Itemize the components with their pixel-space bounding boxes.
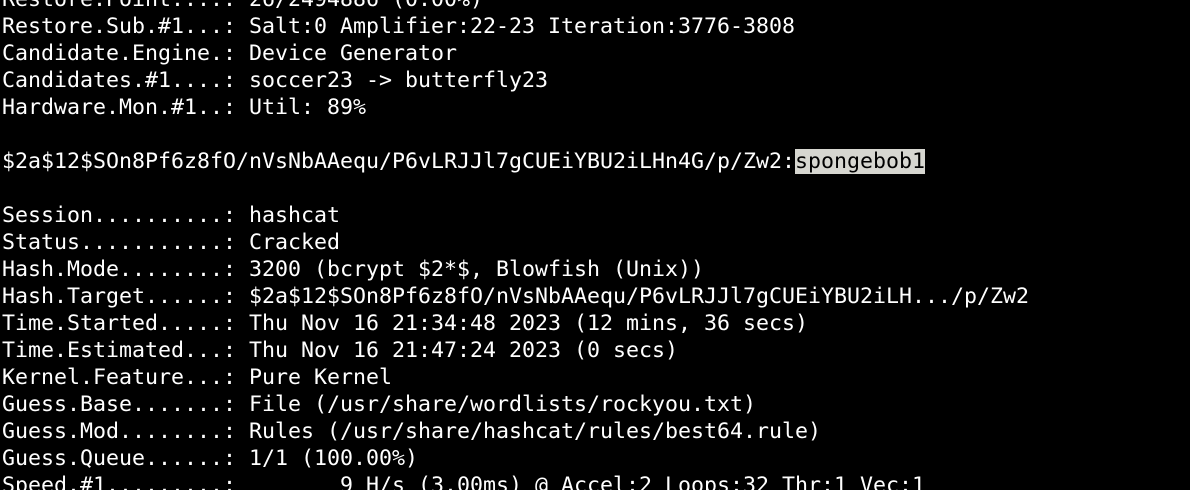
terminal-window[interactable]: Restore.Point....: 26/2494886 (0.00%) Re… bbox=[0, 0, 1190, 490]
output-line-candidates: Candidates.#1....: soccer23 -> butterfly… bbox=[2, 68, 549, 93]
output-line-hash-target: Hash.Target......: $2a$12$SOn8Pf6z8fO/nV… bbox=[2, 284, 1030, 309]
output-line-candidate-engine: Candidate.Engine.: Device Generator bbox=[2, 41, 458, 66]
output-line-guess-queue: Guess.Queue......: 1/1 (100.00%) bbox=[2, 446, 419, 471]
cracked-hash: $2a$12$SOn8Pf6z8fO/nVsNbAAequ/P6vLRJJl7g… bbox=[2, 149, 796, 174]
output-line-time-started: Time.Started.....: Thu Nov 16 21:34:48 2… bbox=[2, 311, 809, 336]
terminal-output: Restore.Point....: 26/2494886 (0.00%) Re… bbox=[2, 0, 1029, 490]
output-line-time-estimated: Time.Estimated...: Thu Nov 16 21:47:24 2… bbox=[2, 338, 679, 363]
output-line-status: Status...........: Cracked bbox=[2, 230, 341, 255]
output-line-restore-sub: Restore.Sub.#1...: Salt:0 Amplifier:22-2… bbox=[2, 14, 796, 39]
output-line-guess-base: Guess.Base.......: File (/usr/share/word… bbox=[2, 392, 757, 417]
output-line-hash-mode: Hash.Mode........: 3200 (bcrypt $2*$, Bl… bbox=[2, 257, 705, 282]
cracked-password-selection[interactable]: spongebob1 bbox=[795, 149, 926, 174]
cracked-hash-line: $2a$12$SOn8Pf6z8fO/nVsNbAAequ/P6vLRJJl7g… bbox=[2, 148, 1029, 175]
output-line-restore-point: Restore.Point....: 26/2494886 (0.00%) bbox=[2, 0, 1029, 13]
output-line-session: Session..........: hashcat bbox=[2, 203, 341, 228]
output-line-speed: Speed.#1.........: 9 H/s (3.00ms) @ Acce… bbox=[2, 473, 926, 490]
output-line-kernel-feature: Kernel.Feature...: Pure Kernel bbox=[2, 365, 393, 390]
output-line-guess-mod: Guess.Mod........: Rules (/usr/share/has… bbox=[2, 419, 822, 444]
output-line-hardware-mon: Hardware.Mon.#1..: Util: 89% bbox=[2, 95, 367, 120]
